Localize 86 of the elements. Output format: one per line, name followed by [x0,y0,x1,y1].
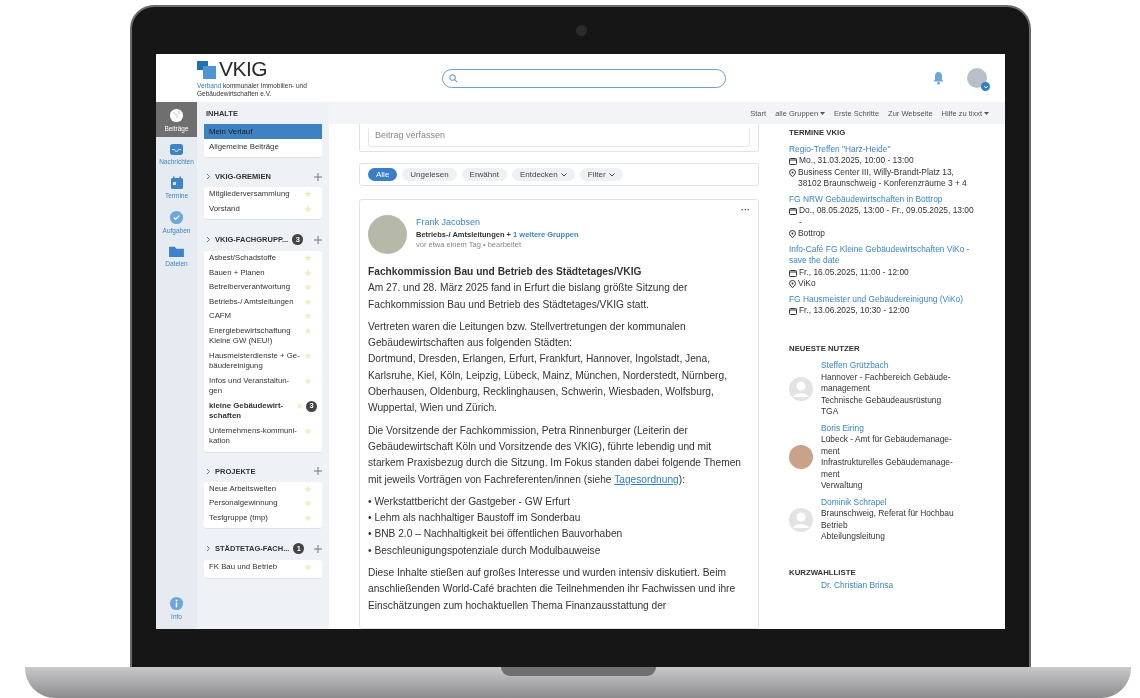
folder-icon [168,245,185,258]
bullet-item: • Beschleunigungspotenziale durch Modulbauweise [368,543,602,558]
event-date: Mo., 31.03.2025, 10:00 - 13:00 [799,155,914,167]
star-icon[interactable] [304,283,312,291]
location-pin-icon [789,280,796,288]
event-location: ViKo [798,278,816,290]
filter-chip[interactable]: Entdecken [511,168,575,181]
chevron-badge-icon [981,82,990,91]
star-icon[interactable] [295,401,303,410]
calendar-icon [789,307,797,315]
bullet-item: • Lehm als nachhaltiger Baustoff im Sonderbau [368,511,582,526]
bullet-item: • Werkstattbericht der Gastgeber - GW Erfurt [368,494,572,509]
post-paragraph: Dortmund, Dresden, Erlangen, Erfurt, Frankfurt, Hannover, Ingolstadt, Jena, Karlsruhe, Kiel, Köln, Leipzig, Lübeck, Mainz, München, Norderstedt, Nürnberg, Oberhausen, Oldenburg, Recklinghausen, Schwerin, Wiesbaden, Wolfsburg, Wuppertal, Wien und Zürich. [368,352,728,416]
post-paragraph: Am 27. und 28. März 2025 fand in Erfurt die bislang größte Sitzung der Fachkommission Bau und Betrieb des Städtetages/VKIG statt. [368,281,689,312]
filter-chip[interactable]: Filter [579,168,623,181]
star-icon[interactable] [304,326,312,335]
post-input-field[interactable]: Beitrag verfassen [368,128,750,147]
star-icon[interactable] [304,376,312,385]
plus-icon[interactable] [314,544,322,553]
star-icon[interactable] [304,254,312,262]
user-detail: Hannover - Fachbereich Gebäude-management [821,371,952,395]
user-detail: Betrieb [821,519,849,531]
post-menu-button[interactable]: ··· [741,207,750,214]
search-icon [449,73,458,83]
post-paragraph: Die Vorsitzende der Fachkommission, Petra Rinnenburger (Leiterin der Gebäudewirtschaft Köln und Vorsitzende des VKIG), führte lebendig und mit starkem Praxisbezug durch die Sitzung. Im Fokus standen dabei folgende Themen mit jeweils Vorträgen von Fachreferenten/innen (siehe Tagesordnung): [368,423,742,487]
calendar-icon [789,157,797,165]
event-date: Fr., 13.06.2025, 10:30 - 12:00 [799,305,910,317]
bell-icon[interactable] [932,71,945,85]
filter-chip[interactable]: Ungelesen [402,168,457,181]
star-icon[interactable] [304,297,312,306]
user-detail: TGA [821,406,840,418]
location-pin-icon [789,230,796,238]
star-icon[interactable] [304,268,312,277]
user-detail: Abteilungsleitung [821,531,886,543]
post-heading: Fachkommission Bau und Betrieb des Städtetages/VKIG [368,265,643,279]
event-link[interactable]: Regio-Treffen "Harz-Heide" [789,143,977,155]
agenda-link[interactable]: Tagesordnung [614,473,679,485]
user-detail: Verwaltung [821,480,864,492]
checkmark-circle-icon [169,210,184,225]
user-detail: Infrastrukturelles Gebäudemanage-ment [821,457,954,480]
author-link[interactable]: Frank Jacobsen [416,217,579,227]
event-date: Do., 08.05.2025, 13:00 - Fr., 09.05.2025, 13:00 - [799,205,975,228]
chevron-right-icon[interactable] [206,236,211,243]
user-link[interactable]: Steffen Grützbach [821,360,959,372]
user-link[interactable]: Boris Eiring [821,422,959,434]
chevron-right-icon[interactable] [206,173,211,180]
bullet-item: • BNB 2.0 – Nachhaltigkeit bei öffentlichen Bauvorhaben [368,527,624,542]
plus-icon[interactable] [314,172,322,181]
user-link[interactable]: Dominik Schrapel [821,496,959,508]
user-detail: Technische Gebäudeausrüstung [821,394,943,406]
calendar-icon [789,268,797,277]
post-paragraph: Vertreten waren die Leitungen bzw. Stellvertretungen der kommunalen Gebäudewirtschaften aus folgenden Städten: [368,319,687,351]
star-icon[interactable] [304,204,312,213]
photo-placeholder [368,215,407,254]
logo-text: VKIG [219,59,268,79]
star-icon[interactable] [304,351,312,360]
event-location: Business Center III, Willy-Brandt-Platz 13, 38102 Braunschweig - Konferenzräume 3 + 4 [798,166,968,190]
star-icon[interactable] [304,499,312,507]
star-icon[interactable] [304,426,312,435]
event-link[interactable]: FG Hausmeister und Gebäudereinigung (ViKo) [789,293,977,305]
user-link[interactable]: Dr. Christian Brinsa [821,580,894,590]
star-icon[interactable] [304,484,312,493]
star-icon[interactable] [304,312,312,320]
event-link[interactable]: Info-Café FG Kleine Gebäudewirtschaften ViKo - save the date [789,243,977,267]
calendar-icon [789,207,797,215]
logo-squares-icon [197,61,217,79]
plus-icon[interactable] [314,235,322,244]
post-paragraph: Diese Inhalte stießen auf großes Interesse und wurden intensiv diskutiert. Beim anschließenden World-Café brachten die Teilnehmenden ihr Fachwissen und ihre Einschätzungen zum hochaktuellen Thema Finanzausstattung der [368,566,737,613]
info-icon[interactable] [169,596,184,611]
plus-icon[interactable] [314,467,322,475]
filter-chip[interactable]: Erwähnt [461,168,507,181]
location-pin-icon [789,168,796,177]
star-icon[interactable] [304,190,312,198]
chevron-right-icon[interactable] [206,467,211,475]
user-detail: Lübeck - Amt für Gebäudemanage-ment [821,434,953,457]
event-link[interactable]: FG NRW Gebäudewirtschaften in Bottrop [789,193,977,205]
user-detail: Braunschweig, Referat für Hochbau [821,508,955,520]
event-location: Bottrop [798,228,825,240]
calendar-icon [169,176,184,190]
star-icon[interactable] [304,563,312,571]
inbox-icon [169,143,184,156]
chevron-right-icon[interactable] [206,545,211,552]
star-icon[interactable] [304,513,312,522]
user-avatar[interactable] [967,68,987,88]
event-date: Fr., 16.05.2025, 11:00 - 12:00 [799,266,909,278]
filter-chip[interactable]: Alle [368,168,398,181]
